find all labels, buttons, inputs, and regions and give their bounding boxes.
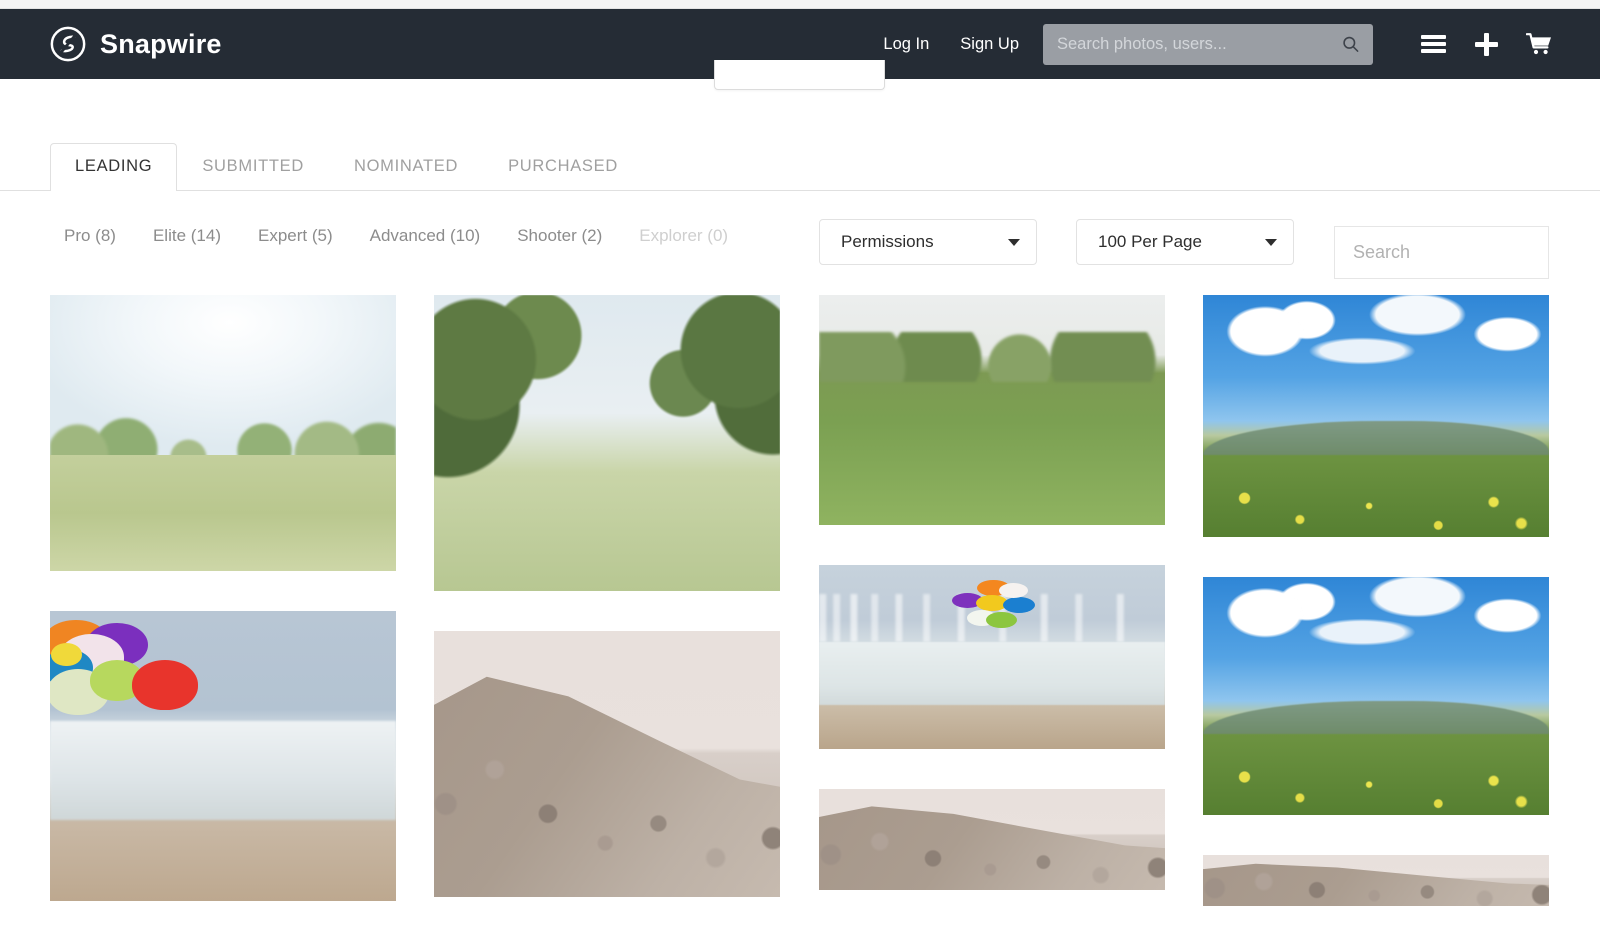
- per-page-dropdown-label: 100 Per Page: [1098, 232, 1202, 251]
- photo-thumbnail: [819, 789, 1165, 890]
- grid-column-1: [50, 295, 396, 941]
- photo-thumbnail: [1203, 577, 1549, 815]
- photo-thumbnail: [1203, 855, 1549, 906]
- filter-toolbar: Pro (8) Elite (14) Expert (5) Advanced (…: [0, 215, 1600, 281]
- hamburger-menu-button[interactable]: [1416, 27, 1450, 61]
- photo-card[interactable]: [434, 631, 780, 897]
- rank-filter-shooter[interactable]: Shooter (2): [517, 226, 602, 246]
- rank-filter-advanced[interactable]: Advanced (10): [370, 226, 481, 246]
- rank-filter-links: Pro (8) Elite (14) Expert (5) Advanced (…: [64, 226, 765, 246]
- grid-column-4: [1203, 295, 1549, 946]
- photo-card[interactable]: [1203, 577, 1549, 815]
- signup-link[interactable]: Sign Up: [960, 35, 1019, 54]
- chevron-down-icon: [1265, 238, 1277, 246]
- header-search-input[interactable]: [1043, 23, 1373, 65]
- tab-bar: LEADING SUBMITTED NOMINATED PURCHASED: [0, 143, 1600, 191]
- grid-column-3: [819, 295, 1165, 930]
- photo-card[interactable]: [819, 565, 1165, 749]
- header-actions: Log In Sign Up: [883, 23, 1556, 65]
- photo-thumbnail: [819, 295, 1165, 525]
- photo-card[interactable]: [50, 611, 396, 901]
- login-link[interactable]: Log In: [883, 35, 929, 54]
- photo-thumbnail: [1203, 295, 1549, 537]
- partially-hidden-panel: [714, 60, 885, 90]
- add-button[interactable]: [1469, 27, 1503, 61]
- list-search[interactable]: [1334, 226, 1585, 279]
- grid-column-2: [434, 295, 780, 937]
- rank-filter-pro[interactable]: Pro (8): [64, 226, 116, 246]
- page-top-strip: [0, 0, 1600, 9]
- plus-icon: [1474, 32, 1498, 56]
- list-search-input[interactable]: [1353, 242, 1585, 263]
- tab-nominated[interactable]: NOMINATED: [329, 143, 483, 190]
- cart-button[interactable]: [1522, 27, 1556, 61]
- photo-card[interactable]: [1203, 855, 1549, 906]
- photo-thumbnail: [50, 295, 396, 571]
- brand-logo[interactable]: Snapwire: [49, 25, 222, 63]
- photo-card[interactable]: [434, 295, 780, 591]
- snapwire-circle-logo-icon: [50, 26, 86, 62]
- tab-leading[interactable]: LEADING: [50, 143, 178, 191]
- hamburger-menu-icon: [1420, 32, 1446, 57]
- brand-name: Snapwire: [100, 28, 222, 59]
- header-search[interactable]: [1043, 23, 1373, 65]
- tab-purchased[interactable]: PURCHASED: [483, 143, 643, 190]
- rank-filter-explorer[interactable]: Explorer (0): [639, 226, 728, 246]
- per-page-dropdown[interactable]: 100 Per Page: [1076, 219, 1294, 265]
- shopping-cart-icon: [1526, 33, 1551, 55]
- chevron-down-icon: [1008, 238, 1020, 246]
- photo-thumbnail: [819, 565, 1165, 749]
- photo-thumbnail: [50, 611, 396, 901]
- tab-submitted[interactable]: SUBMITTED: [177, 143, 329, 190]
- photo-card[interactable]: [819, 295, 1165, 525]
- permissions-dropdown-label: Permissions: [841, 232, 934, 251]
- photo-grid: [0, 295, 1600, 906]
- photo-card[interactable]: [50, 295, 396, 571]
- photo-thumbnail: [434, 295, 780, 591]
- photo-card[interactable]: [819, 789, 1165, 890]
- rank-filter-expert[interactable]: Expert (5): [258, 226, 333, 246]
- rank-filter-elite[interactable]: Elite (14): [153, 226, 221, 246]
- permissions-dropdown[interactable]: Permissions: [819, 219, 1037, 265]
- photo-card[interactable]: [1203, 295, 1549, 537]
- photo-thumbnail: [434, 631, 780, 897]
